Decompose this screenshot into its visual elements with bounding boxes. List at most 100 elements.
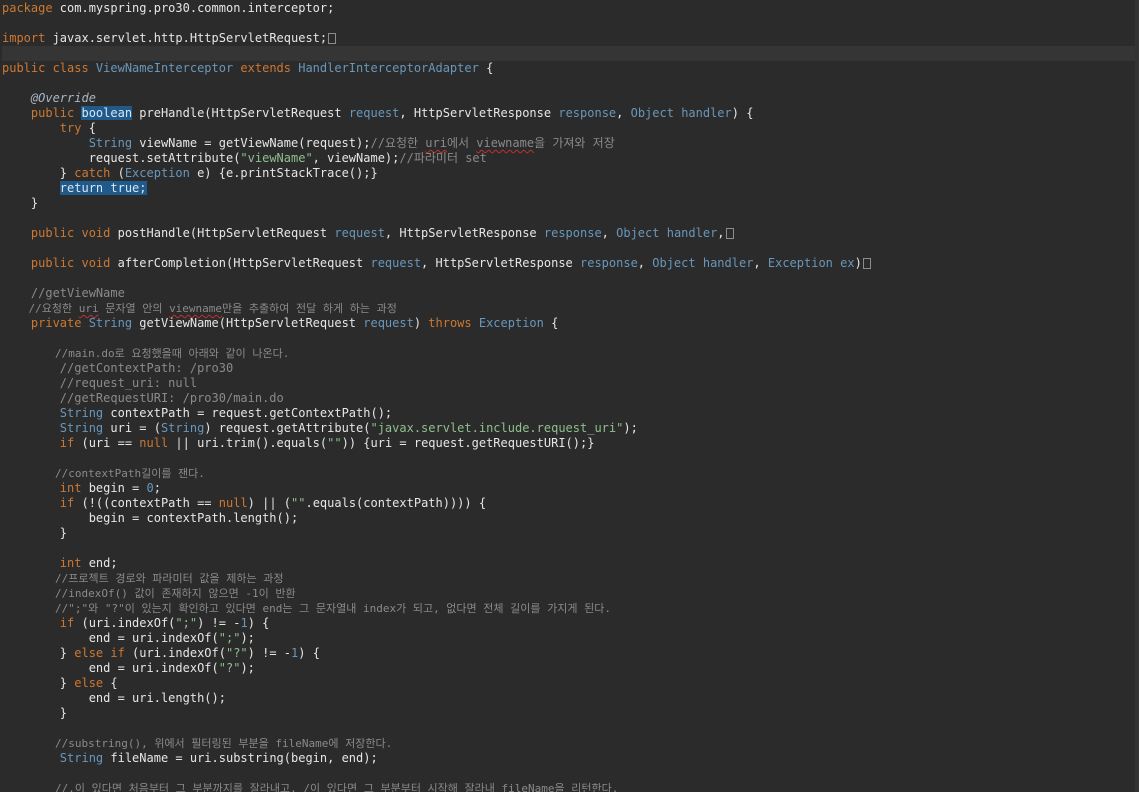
code-line[interactable]: //프로젝트 경로와 파라미터 값을 제하는 과정 <box>2 571 1135 586</box>
code-line[interactable]: } <box>2 706 1135 721</box>
code-line[interactable]: String uri = (String) request.getAttribu… <box>2 421 1135 436</box>
code-line[interactable]: int end; <box>2 556 1135 571</box>
code-line[interactable]: public boolean preHandle(HttpServletRequ… <box>2 106 1135 121</box>
fold-marker-icon[interactable] <box>725 228 734 239</box>
code-token: ( <box>110 166 125 180</box>
code-line[interactable]: private String getViewName(HttpServletRe… <box>2 316 1135 331</box>
code-token: import <box>2 31 46 45</box>
code-line[interactable]: } else if (uri.indexOf("?") != -1) { <box>2 646 1135 661</box>
code-line[interactable]: package com.myspring.pro30.common.interc… <box>2 1 1135 16</box>
code-token: { <box>103 676 118 690</box>
code-token: response <box>580 256 638 270</box>
code-line[interactable]: //substring(), 위에서 필터링된 부분을 fileName에 저장… <box>2 736 1135 751</box>
code-token: "?" <box>225 646 248 660</box>
code-token: } <box>2 166 75 180</box>
code-line[interactable]: int begin = 0; <box>2 481 1135 496</box>
code-token: preHandle(HttpServletRequest <box>132 106 349 120</box>
code-line[interactable]: String contextPath = request.getContextP… <box>2 406 1135 421</box>
code-token: || uri.trim().equals( <box>168 436 328 450</box>
code-token: , <box>601 226 617 240</box>
code-token: //indexOf() 값이 존재하지 않으면 -1이 반환 <box>2 587 296 600</box>
code-token: "" <box>291 496 306 510</box>
code-line[interactable]: public class ViewNameInterceptor extends… <box>2 61 1135 76</box>
code-token: ViewNameInterceptor <box>95 61 241 75</box>
code-editor[interactable]: package com.myspring.pro30.common.interc… <box>0 0 1139 792</box>
code-token: begin = <box>81 481 147 495</box>
code-token: //파라미터 set <box>399 151 487 165</box>
code-token: ) <box>413 316 429 330</box>
code-line[interactable]: import javax.servlet.http.HttpServletReq… <box>2 31 1135 46</box>
code-token: else if <box>74 646 125 660</box>
code-token: response <box>543 226 602 240</box>
code-token: Exception <box>767 256 833 270</box>
code-line[interactable]: request.setAttribute("viewName", viewNam… <box>2 151 1135 166</box>
code-line[interactable]: //getViewName <box>2 286 1135 301</box>
code-token: handler <box>666 226 718 240</box>
code-line[interactable]: end = uri.indexOf("?"); <box>2 661 1135 676</box>
code-token: request <box>334 226 385 240</box>
code-token: (!((contextPath == <box>74 496 219 510</box>
code-line[interactable]: public void afterCompletion(HttpServletR… <box>2 256 1135 271</box>
code-token: 만을 추출하여 전달 하게 하는 과정 <box>222 302 397 315</box>
code-token: "" <box>327 436 342 450</box>
code-token: begin = contextPath.length(); <box>2 511 299 525</box>
code-token: )) {uri = request.getRequestURI();} <box>341 436 595 450</box>
code-line[interactable]: //indexOf() 값이 존재하지 않으면 -1이 반환 <box>2 586 1135 601</box>
code-line[interactable]: end = uri.length(); <box>2 691 1135 706</box>
code-token: ) { <box>247 616 270 630</box>
code-token: //요청한 <box>370 136 426 150</box>
code-token: int <box>2 556 82 570</box>
code-token: Object <box>630 106 674 120</box>
code-token: private <box>2 316 89 330</box>
selected-text: return true; <box>59 181 147 195</box>
code-token: (uri == <box>74 436 140 450</box>
code-token: fileName = uri.substring(begin, end); <box>103 751 378 765</box>
code-line[interactable]: @Override <box>2 91 1135 106</box>
code-line[interactable]: public void postHandle(HttpServletReques… <box>2 226 1135 241</box>
code-line[interactable]: //request_uri: null <box>2 376 1135 391</box>
code-token: contextPath = request.getContextPath(); <box>103 406 393 420</box>
code-line[interactable]: //요청한 uri 문자열 안의 viewname만을 추출하여 전달 하게 하… <box>2 301 1135 316</box>
code-line[interactable]: if (uri.indexOf(";") != -1) { <box>2 616 1135 631</box>
code-token: ) { <box>298 646 320 660</box>
code-line[interactable]: //.이 있다면 처음부터 그 부분까지를 잘라내고, /이 있다면 그 부분부… <box>2 781 1135 792</box>
code-line[interactable]: } else { <box>2 676 1135 691</box>
code-token: { <box>543 316 559 330</box>
code-line[interactable]: //getContextPath: /pro30 <box>2 361 1135 376</box>
vertical-scrollbar[interactable] <box>1135 0 1139 792</box>
code-token: throws <box>428 316 479 330</box>
code-token: , <box>717 226 725 240</box>
code-line[interactable]: //main.do로 요청했을때 아래와 같이 나온다. <box>2 346 1135 361</box>
code-token: request <box>348 106 400 120</box>
code-line[interactable]: String viewName = getViewName(request);/… <box>2 136 1135 151</box>
code-line[interactable]: //contextPath길이를 잰다. <box>2 466 1135 481</box>
code-token: catch <box>74 166 111 180</box>
code-token: postHandle(HttpServletRequest <box>110 226 335 240</box>
code-line[interactable]: begin = contextPath.length(); <box>2 511 1135 526</box>
fold-marker-icon[interactable] <box>862 258 871 269</box>
current-line[interactable] <box>2 46 1135 61</box>
code-line[interactable]: String fileName = uri.substring(begin, e… <box>2 751 1135 766</box>
code-line[interactable]: if (!((contextPath == null) || ("".equal… <box>2 496 1135 511</box>
code-token: if <box>2 496 75 510</box>
code-line[interactable]: end = uri.indexOf(";"); <box>2 631 1135 646</box>
code-line[interactable]: } catch (Exception e) {e.printStackTrace… <box>2 166 1135 181</box>
code-line[interactable]: //getRequestURI: /pro30/main.do <box>2 391 1135 406</box>
code-token: , HttpServletResponse <box>421 256 580 270</box>
code-token: //substring(), 위에서 필터링된 부분을 fileName에 저장… <box>2 737 393 750</box>
code-token: uri <box>425 136 447 150</box>
code-token: Exception <box>478 316 544 330</box>
code-line[interactable]: if (uri == null || uri.trim().equals("")… <box>2 436 1135 451</box>
code-line[interactable]: return true; <box>2 181 1135 196</box>
code-token: ) != - <box>197 616 241 630</box>
fold-marker-icon[interactable] <box>328 33 337 44</box>
code-token: String <box>2 136 133 150</box>
code-line[interactable]: } <box>2 196 1135 211</box>
code-line[interactable]: } <box>2 526 1135 541</box>
code-token: response <box>558 106 617 120</box>
code-token: HandlerInterceptorAdapter <box>298 61 479 75</box>
code-line[interactable]: //";"와 "?"이 있는지 확인하고 있다면 end는 그 문자열내 ind… <box>2 601 1135 616</box>
code-line[interactable]: try { <box>2 121 1135 136</box>
code-token: ); <box>240 631 255 645</box>
